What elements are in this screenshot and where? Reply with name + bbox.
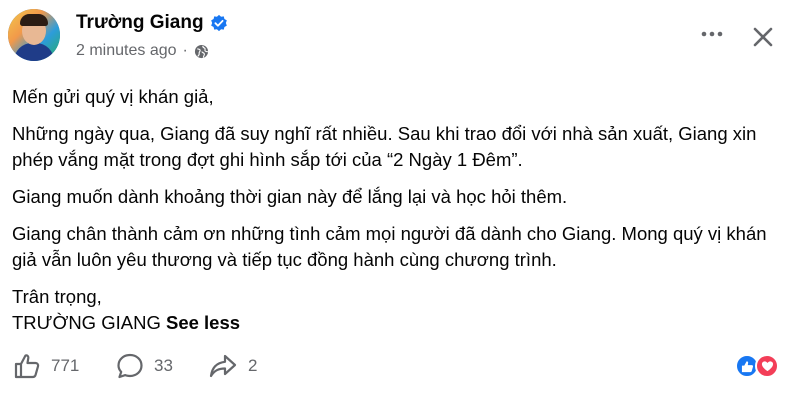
post-footer: 771 33 2 <box>0 350 800 382</box>
avatar[interactable] <box>8 9 60 61</box>
comment-count: 33 <box>154 356 173 375</box>
author-name[interactable]: Trường Giang <box>76 12 204 34</box>
verified-badge-icon <box>210 14 227 32</box>
more-dots-icon <box>701 31 723 37</box>
like-button[interactable]: 771 <box>13 350 79 382</box>
globe-icon[interactable] <box>194 44 209 59</box>
thumbs-up-icon <box>14 354 40 379</box>
reaction-summary[interactable] <box>735 354 787 378</box>
post-body: Mến gửi quý vị khán giả, Những ngày qua,… <box>12 84 782 336</box>
post-meta: 2 minutes ago · <box>76 42 209 60</box>
comment-button[interactable]: 33 <box>116 350 173 382</box>
post-paragraph-1: Những ngày qua, Giang đã suy nghĩ rất nh… <box>12 123 757 170</box>
post-closing: Trân trọng, <box>12 286 102 307</box>
post-header: Trường Giang 2 minutes ago · <box>0 0 800 76</box>
share-icon <box>209 354 237 378</box>
post-signature-line: TRƯỜNG GIANG See less <box>12 310 782 336</box>
post-signature: TRƯỜNG GIANG <box>12 312 161 333</box>
share-count: 2 <box>248 356 258 375</box>
like-count: 771 <box>51 356 80 375</box>
share-button[interactable]: 2 <box>208 350 257 382</box>
post-paragraph-3: Giang chân thành cảm ơn những tình cảm m… <box>12 223 767 270</box>
more-options-button[interactable] <box>696 22 728 46</box>
see-less-link[interactable]: See less <box>166 312 240 333</box>
post-paragraph-2: Giang muốn dành khoảng thời gian này để … <box>12 186 568 207</box>
close-icon <box>753 27 773 47</box>
comment-icon <box>117 353 143 379</box>
meta-separator: · <box>182 42 188 59</box>
author-row: Trường Giang <box>76 12 228 34</box>
timestamp[interactable]: 2 minutes ago <box>76 42 177 60</box>
close-button[interactable] <box>748 22 778 52</box>
love-reaction-icon <box>755 354 779 378</box>
post-greeting: Mến gửi quý vị khán giả, <box>12 86 214 107</box>
